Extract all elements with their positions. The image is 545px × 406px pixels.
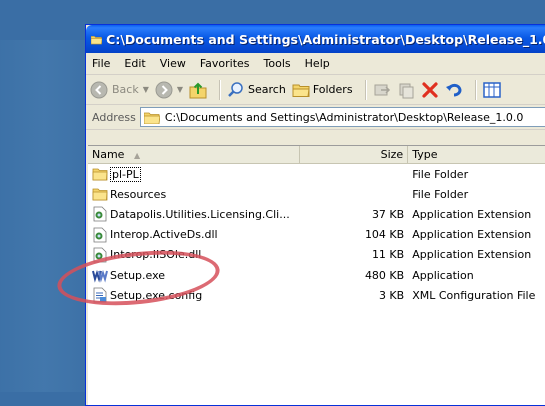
name-cell: pl-PL	[88, 166, 300, 182]
file-name: Resources	[110, 187, 167, 201]
explorer-window: C:\Documents and Settings\Administrator\…	[85, 24, 545, 406]
toolbar: Back ▼ ▼ Search Folders	[86, 75, 545, 105]
file-list[interactable]: Name ▲ Size Type pl-PL File Folder Resou…	[88, 145, 545, 405]
column-header-type[interactable]: Type	[408, 146, 545, 163]
name-cell: Interop.IISOle.dll	[88, 247, 300, 263]
file-name: Datapolis.Utilities.Licensing.Cli...	[110, 207, 290, 221]
dll-icon	[93, 247, 107, 263]
views-grid-icon	[482, 81, 501, 98]
window-title: C:\Documents and Settings\Administrator\…	[106, 31, 545, 47]
file-type: File Folder	[412, 167, 469, 181]
name-cell: Interop.ActiveDs.dll	[88, 227, 300, 243]
undo-button[interactable]	[445, 81, 463, 99]
file-row[interactable]: Interop.ActiveDs.dll 104 KB Application …	[88, 225, 545, 245]
file-size: 37 KB	[371, 207, 405, 221]
folder-icon	[92, 168, 108, 181]
file-row[interactable]: Resources File Folder	[88, 184, 545, 204]
address-field[interactable]: C:\Documents and Settings\Administrator\…	[139, 107, 545, 127]
address-bar: Address C:\Documents and Settings\Admini…	[86, 105, 545, 130]
file-type: Application Extension	[412, 207, 532, 221]
dll-icon	[93, 207, 107, 222]
folders-label: Folders	[312, 83, 353, 96]
folders-icon	[292, 84, 310, 97]
column-header-size[interactable]: Size	[300, 146, 409, 163]
menu-edit[interactable]: Edit	[124, 57, 145, 70]
file-type: Application Extension	[412, 248, 532, 262]
up-folder-icon	[189, 82, 207, 98]
back-label: Back	[112, 83, 139, 96]
menu-view[interactable]: View	[160, 57, 186, 70]
sort-ascending-icon: ▲	[133, 151, 141, 160]
chevron-down-icon[interactable]: ▼	[143, 85, 149, 94]
search-label: Search	[248, 83, 286, 96]
file-type: File Folder	[412, 187, 469, 201]
list-header: Name ▲ Size Type	[88, 146, 545, 164]
file-size: 104 KB	[364, 228, 405, 242]
column-header-name[interactable]: Name ▲	[88, 146, 300, 163]
file-size: 11 KB	[371, 248, 405, 262]
toolbar-separator	[364, 79, 367, 100]
forward-arrow-icon	[155, 81, 173, 98]
back-arrow-icon	[90, 81, 108, 98]
file-type: Application	[412, 268, 474, 282]
column-name-label: Name	[92, 148, 125, 161]
up-folder-button[interactable]	[189, 81, 207, 99]
toolbar-separator	[474, 79, 477, 100]
folder-icon	[143, 112, 160, 124]
folder-icon	[91, 35, 103, 44]
file-type: Application Extension	[412, 228, 532, 242]
delete-button[interactable]	[421, 81, 439, 99]
file-name: Setup.exe	[110, 268, 166, 282]
file-name: pl-PL	[110, 166, 141, 182]
title-bar[interactable]: C:\Documents and Settings\Administrator\…	[86, 25, 545, 53]
move-to-icon	[374, 84, 390, 95]
exe-icon	[92, 269, 108, 283]
forward-button[interactable]: ▼	[155, 81, 183, 99]
file-name: Interop.IISOle.dll	[110, 248, 202, 262]
file-name: Interop.ActiveDs.dll	[110, 228, 218, 242]
search-icon	[228, 81, 243, 97]
file-row[interactable]: Datapolis.Utilities.Licensing.Cli... 37 …	[88, 204, 545, 224]
menu-bar: File Edit View Favorites Tools Help	[86, 53, 545, 75]
search-button[interactable]: Search	[227, 81, 286, 99]
views-button[interactable]	[482, 81, 501, 99]
name-cell: Datapolis.Utilities.Licensing.Cli...	[88, 206, 300, 222]
copy-to-button[interactable]	[397, 81, 415, 99]
chevron-down-icon[interactable]: ▼	[177, 85, 183, 94]
config-icon	[93, 287, 107, 303]
delete-x-icon	[421, 81, 438, 98]
file-type: XML Configuration File	[412, 288, 536, 302]
file-row[interactable]: Interop.IISOle.dll 11 KB Application Ext…	[88, 245, 545, 265]
column-size-label: Size	[380, 148, 404, 161]
undo-icon	[445, 83, 462, 96]
dll-icon	[93, 227, 107, 243]
file-size: 3 KB	[378, 288, 405, 302]
name-cell: Setup.exe	[88, 267, 300, 283]
column-type-label: Type	[412, 148, 438, 161]
file-size: 480 KB	[364, 268, 405, 282]
folders-button[interactable]: Folders	[292, 81, 353, 99]
file-row[interactable]: Setup.exe 480 KB Application	[88, 265, 545, 285]
menu-help[interactable]: Help	[305, 57, 330, 70]
address-label: Address	[92, 110, 136, 124]
copy-to-icon	[399, 83, 414, 98]
menu-tools[interactable]: Tools	[264, 57, 291, 70]
back-button[interactable]: Back ▼	[90, 81, 149, 99]
name-cell: Setup.exe.config	[88, 287, 300, 303]
name-cell: Resources	[88, 186, 300, 202]
file-name: Setup.exe.config	[110, 288, 203, 302]
menu-file[interactable]: File	[92, 57, 110, 70]
menu-favorites[interactable]: Favorites	[200, 57, 250, 70]
toolbar-separator	[219, 79, 222, 100]
move-to-button[interactable]	[373, 81, 391, 99]
address-value: C:\Documents and Settings\Administrator\…	[164, 110, 524, 124]
folder-icon	[92, 188, 108, 201]
file-row[interactable]: Setup.exe.config 3 KB XML Configuration …	[88, 285, 545, 305]
file-row[interactable]: pl-PL File Folder	[88, 164, 545, 184]
